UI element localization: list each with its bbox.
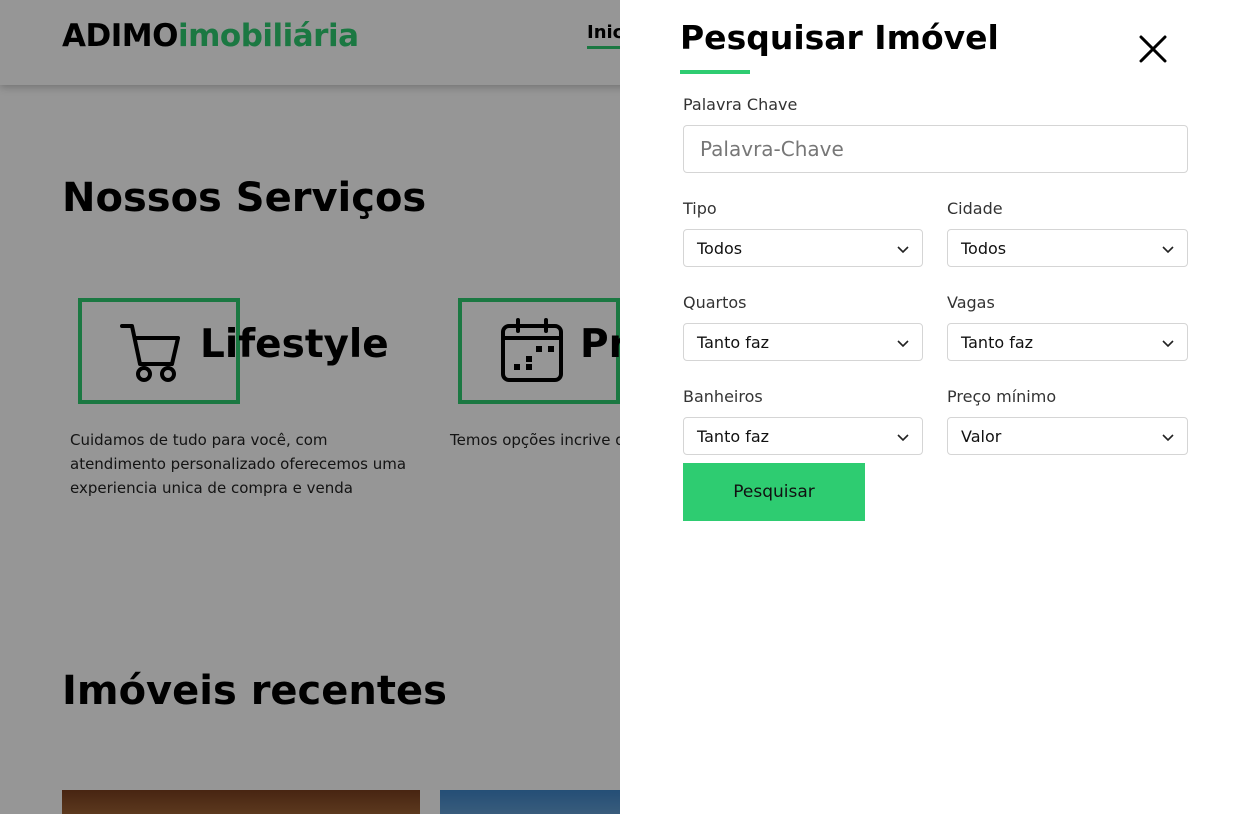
preco-minimo-label: Preço mínimo [947,387,1057,406]
banheiros-label: Banheiros [683,387,763,406]
banheiros-value: Tanto faz [697,427,770,446]
vagas-label: Vagas [947,293,995,312]
chevron-down-icon [1162,340,1174,348]
preco-minimo-value: Valor [961,427,1002,446]
chevron-down-icon [897,434,909,442]
tipo-label: Tipo [683,199,717,218]
keyword-input[interactable] [683,125,1188,173]
quartos-value: Tanto faz [697,333,770,352]
close-icon[interactable] [1138,34,1168,64]
cidade-label: Cidade [947,199,1003,218]
preco-minimo-select[interactable]: Valor [947,417,1188,455]
tipo-select[interactable]: Todos [683,229,923,267]
panel-title: Pesquisar Imóvel [680,18,999,57]
vagas-value: Tanto faz [961,333,1034,352]
chevron-down-icon [897,246,909,254]
chevron-down-icon [1162,246,1174,254]
keyword-label: Palavra Chave [683,95,798,114]
vagas-select[interactable]: Tanto faz [947,323,1188,361]
chevron-down-icon [897,340,909,348]
chevron-down-icon [1162,434,1174,442]
title-underline [680,70,750,74]
cidade-value: Todos [961,239,1007,258]
cidade-select[interactable]: Todos [947,229,1188,267]
banheiros-select[interactable]: Tanto faz [683,417,923,455]
search-panel: Pesquisar Imóvel Palavra Chave Tipo Todo… [620,0,1243,814]
quartos-label: Quartos [683,293,747,312]
search-button[interactable]: Pesquisar [683,463,865,521]
quartos-select[interactable]: Tanto faz [683,323,923,361]
tipo-value: Todos [697,239,743,258]
